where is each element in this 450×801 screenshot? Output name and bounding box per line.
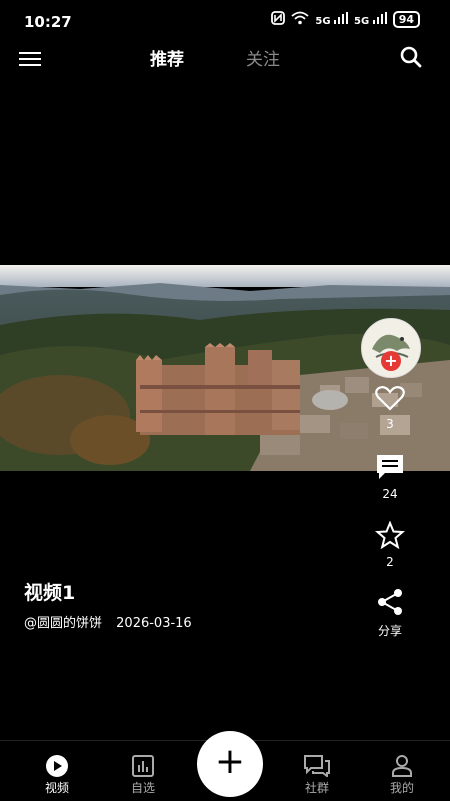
menu-icon[interactable]	[19, 52, 41, 68]
person-icon	[367, 755, 437, 777]
signal-5g-1: 5G	[315, 12, 349, 27]
comment-icon	[370, 453, 410, 485]
feed-tabs: 推荐 关注	[150, 45, 280, 70]
chat-bubbles-icon	[282, 755, 352, 777]
battery-indicator: 94	[392, 11, 420, 28]
signal-5g-2: 5G	[354, 12, 387, 27]
status-bar: 10:27 5G 5G 94	[0, 0, 450, 40]
nav-community[interactable]: 社群	[282, 755, 352, 796]
add-button[interactable]: +	[197, 731, 263, 797]
tab-recommend[interactable]: 推荐	[150, 45, 184, 70]
nav-label: 社群	[304, 781, 329, 795]
share-icon	[370, 588, 410, 620]
video-title: 视频1	[24, 582, 76, 604]
nfc-icon	[271, 11, 286, 28]
video-meta: @圆圆的饼饼 2026-03-16	[24, 612, 192, 631]
nav-profile[interactable]: 我的	[367, 755, 437, 796]
wifi-icon	[291, 11, 309, 28]
publish-date: 2026-03-16	[116, 616, 192, 631]
nav-label: 视频	[44, 781, 69, 795]
star-icon	[370, 520, 410, 553]
favorite-count: 2	[386, 555, 394, 569]
tab-following[interactable]: 关注	[246, 45, 280, 70]
status-time: 10:27	[24, 13, 72, 31]
top-nav: 推荐 关注	[0, 40, 450, 74]
network-label: 5G	[315, 16, 331, 27]
heart-icon	[370, 385, 410, 415]
chart-box-icon	[108, 755, 178, 777]
like-count: 3	[386, 417, 394, 431]
comment-count: 24	[382, 487, 398, 501]
status-icons: 5G 5G 94	[271, 11, 420, 28]
bottom-nav: 视频 自选 + 社群 我的	[0, 731, 450, 801]
nav-watchlist[interactable]: 自选	[108, 755, 178, 796]
share-action[interactable]: 分享	[370, 588, 410, 639]
like-action[interactable]: 3	[370, 385, 410, 431]
favorite-action[interactable]: 2	[370, 520, 410, 569]
nav-video[interactable]: 视频	[22, 755, 92, 796]
comment-action[interactable]: 24	[370, 453, 410, 501]
play-circle-icon	[22, 755, 92, 777]
nav-label: 自选	[130, 781, 155, 795]
nav-label: 我的	[389, 781, 414, 795]
share-label: 分享	[377, 624, 402, 638]
network-label: 5G	[354, 16, 370, 27]
search-icon[interactable]	[399, 45, 423, 69]
follow-button[interactable]: +	[381, 351, 401, 371]
author-name[interactable]: @圆圆的饼饼	[24, 616, 102, 631]
